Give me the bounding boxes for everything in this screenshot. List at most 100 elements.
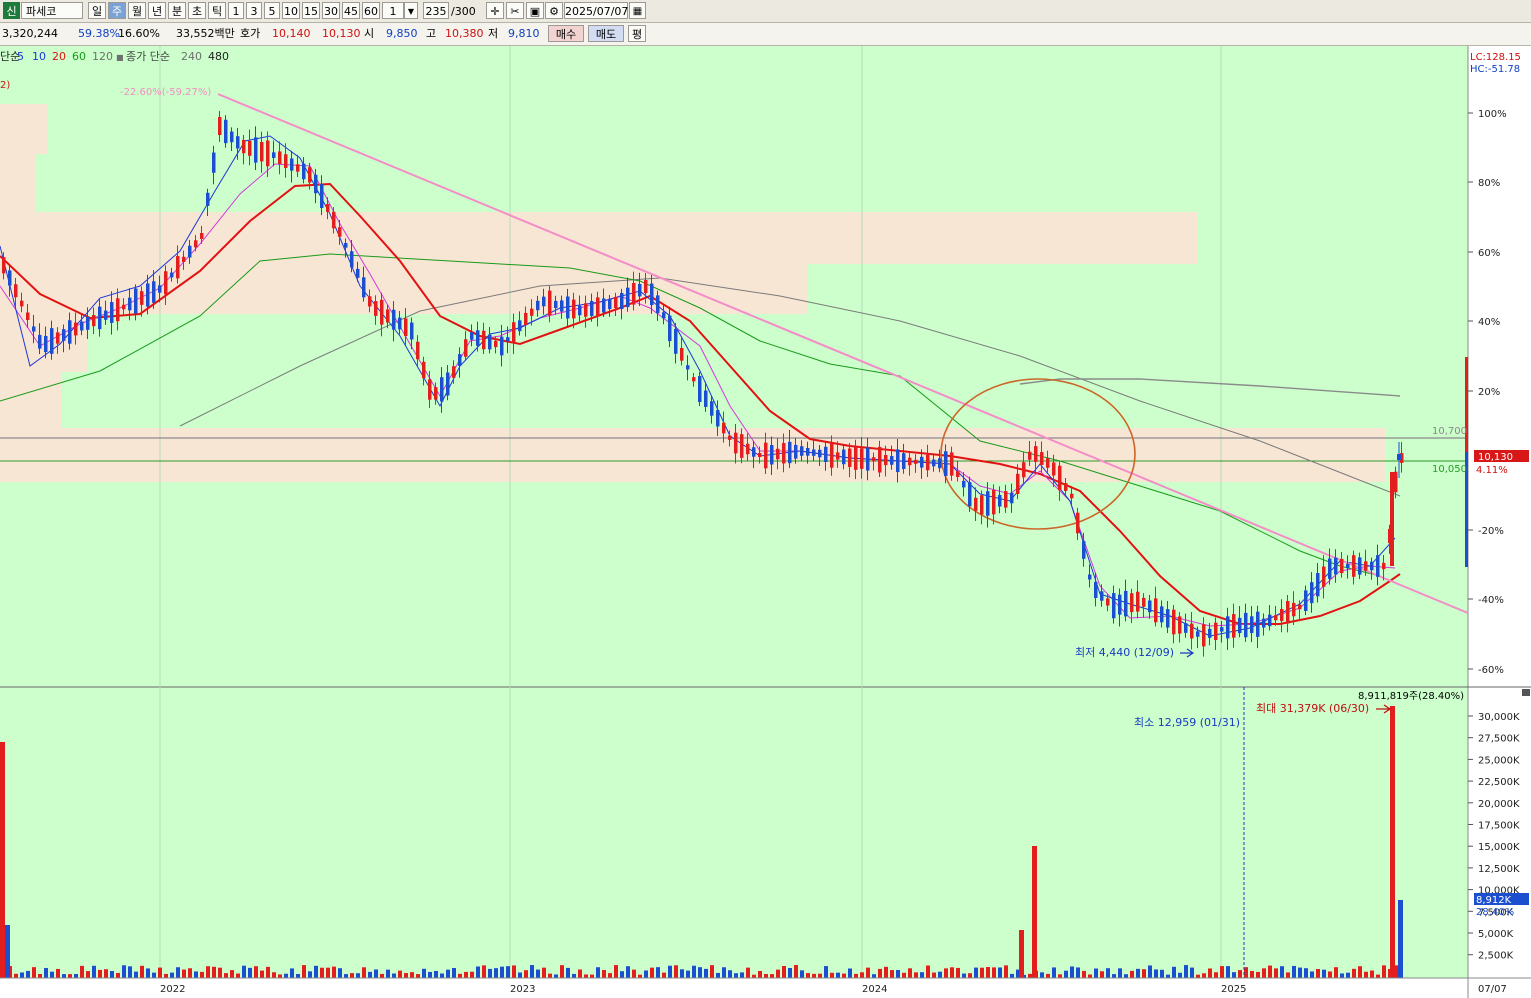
candle-body	[1352, 555, 1356, 577]
volume-bar	[938, 971, 942, 978]
period-day-button[interactable]: 일	[88, 2, 106, 19]
volume-bar	[344, 974, 348, 978]
period-week-button[interactable]: 주	[108, 2, 126, 19]
volume-bar	[998, 967, 1002, 978]
rate-1: 59.38%	[78, 27, 120, 40]
interval-3-button[interactable]: 3	[246, 2, 262, 19]
period-tick-button[interactable]: 틱	[208, 2, 226, 19]
volume-tick-label: 2,500K	[1478, 951, 1514, 962]
candle-body	[722, 422, 726, 434]
volume-bar	[614, 965, 618, 978]
candle-body	[1160, 606, 1164, 623]
candle-body	[14, 284, 18, 298]
pane-collapse-icon[interactable]	[1522, 689, 1530, 696]
level-10700-label: 10,700	[1432, 426, 1467, 437]
calendar-icon[interactable]: ▦	[629, 2, 646, 19]
candle-body	[842, 449, 846, 465]
interval-30-button[interactable]: 30	[322, 2, 340, 19]
interval-10-button[interactable]: 10	[282, 2, 300, 19]
volume-tick-label: 5,000K	[1478, 929, 1514, 940]
candle-body	[254, 137, 258, 163]
candle-body	[938, 458, 942, 469]
volume-bar	[434, 970, 438, 978]
chevron-down-icon[interactable]: ▼	[404, 2, 418, 19]
volume-bar	[1052, 967, 1056, 978]
candle-body	[2, 257, 6, 274]
eval-button[interactable]: 평	[628, 25, 646, 42]
period-month-button[interactable]: 월	[128, 2, 146, 19]
candle-body	[332, 211, 336, 229]
count-input[interactable]: 235	[423, 2, 449, 19]
scissors-icon[interactable]: ✂	[506, 2, 524, 19]
candle-body	[1310, 582, 1314, 604]
sell-button[interactable]: 매도	[588, 25, 624, 42]
interval-45-button[interactable]: 45	[342, 2, 360, 19]
volume-bar	[152, 972, 156, 978]
interval-5-button[interactable]: 5	[264, 2, 280, 19]
crosshair-icon[interactable]: ✛	[486, 2, 504, 19]
candle-body	[1136, 591, 1140, 612]
candle-body	[782, 443, 786, 464]
volume-bar	[728, 970, 732, 978]
candle-body	[1148, 600, 1152, 613]
volume-bar	[1100, 971, 1104, 978]
candle-body	[1274, 615, 1278, 621]
candle-body	[740, 434, 744, 458]
period-second-button[interactable]: 초	[188, 2, 206, 19]
volume-bar	[1010, 973, 1014, 978]
date-input[interactable]: 2025/07/07	[564, 2, 628, 19]
volume-bar	[1076, 967, 1080, 978]
volume-bar	[122, 965, 126, 978]
volume-bar	[218, 967, 222, 978]
volume-bar	[50, 971, 54, 978]
volume-bar	[890, 970, 894, 978]
volume-bar	[764, 974, 768, 978]
interval-1-button[interactable]: 1	[228, 2, 244, 19]
candle-body	[1130, 593, 1134, 613]
interval-15-button[interactable]: 15	[302, 2, 320, 19]
candle-body	[32, 326, 36, 332]
price-tick-label: 40%	[1478, 317, 1500, 328]
legend-ma240: 240	[181, 50, 202, 63]
volume-bar	[1250, 971, 1254, 978]
interval-input[interactable]: 1	[382, 2, 404, 19]
volume-bar	[452, 967, 456, 978]
time-axis-background	[0, 978, 1531, 998]
volume-bar	[902, 972, 906, 978]
candle-body	[746, 443, 750, 455]
candle-body	[344, 243, 348, 248]
candle-body	[392, 309, 396, 330]
candle-body	[548, 290, 552, 316]
period-year-button[interactable]: 년	[148, 2, 166, 19]
volume-bar	[1382, 965, 1386, 978]
volume-bar	[398, 970, 402, 978]
candle-body	[1166, 609, 1170, 628]
volume-bar	[488, 968, 492, 978]
volume-bar	[1268, 965, 1272, 978]
interval-60-button[interactable]: 60	[362, 2, 380, 19]
volume-bar	[806, 973, 810, 978]
candle-body	[164, 271, 168, 295]
candle-body	[470, 332, 474, 340]
candle-body	[1124, 590, 1128, 617]
candle-body	[116, 298, 120, 322]
candle-body	[866, 447, 870, 471]
candle-body	[1322, 566, 1326, 587]
stock-chart[interactable]: -22.60%(-59.27%) 최저 4,440 (12/09) 단순 5 1…	[0, 46, 1531, 998]
volume-bar	[860, 972, 864, 978]
stock-name-input[interactable]: 파세코	[21, 2, 83, 19]
save-icon[interactable]: ▣	[526, 2, 544, 19]
count-total: /300	[451, 5, 476, 18]
buy-button[interactable]: 매수	[548, 25, 584, 42]
volume-bar	[692, 965, 696, 978]
volume-bar	[1364, 971, 1368, 978]
candle-body	[128, 297, 132, 311]
candle-body	[674, 328, 678, 354]
candle-body	[170, 272, 174, 278]
period-minute-button[interactable]: 분	[168, 2, 186, 19]
volume-tick-label: 15,000K	[1478, 842, 1520, 853]
volume-bar	[224, 973, 228, 978]
volume-bar	[1376, 974, 1380, 978]
settings-icon[interactable]: ⚙	[545, 2, 563, 19]
volume-bar	[14, 973, 18, 978]
